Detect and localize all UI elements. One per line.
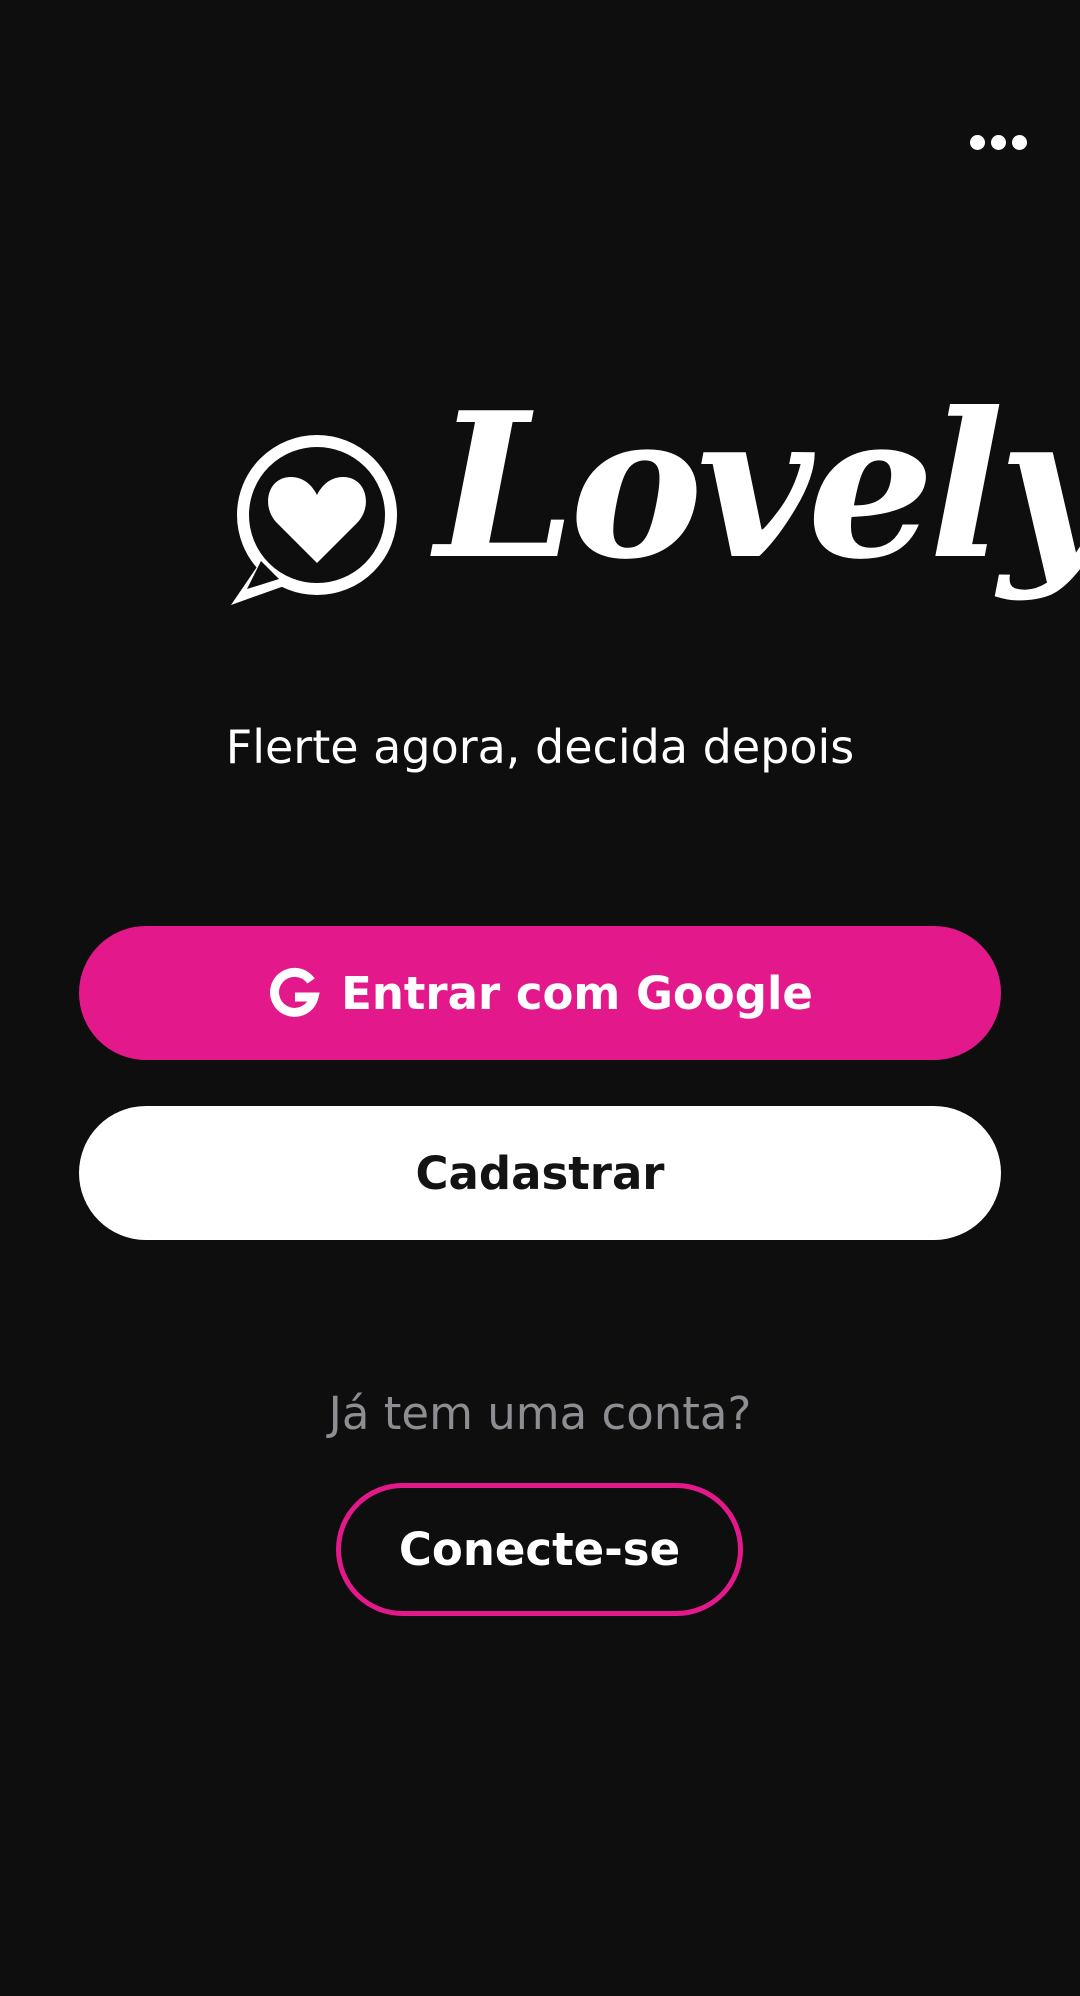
login-button[interactable]: Conecte-se bbox=[336, 1483, 743, 1616]
more-dot-icon bbox=[1011, 134, 1027, 150]
more-dot-icon bbox=[969, 134, 985, 150]
app-logo: Lovely bbox=[225, 387, 1080, 675]
more-options-button[interactable] bbox=[962, 118, 1034, 166]
google-icon bbox=[270, 967, 320, 1017]
logo-wordmark: Lovely bbox=[435, 369, 1080, 604]
heart-chat-bubble-icon bbox=[231, 435, 397, 605]
login-label: Conecte-se bbox=[398, 1523, 681, 1576]
google-login-button[interactable]: Entrar com Google bbox=[79, 926, 1001, 1060]
google-login-label: Entrar com Google bbox=[341, 966, 813, 1020]
existing-account-prompt: Já tem uma conta? bbox=[328, 1387, 752, 1440]
more-dot-icon bbox=[990, 134, 1006, 150]
signup-label: Cadastrar bbox=[415, 1146, 665, 1200]
signup-button[interactable]: Cadastrar bbox=[79, 1106, 1001, 1240]
tagline: Flerte agora, decida depois bbox=[225, 720, 855, 774]
